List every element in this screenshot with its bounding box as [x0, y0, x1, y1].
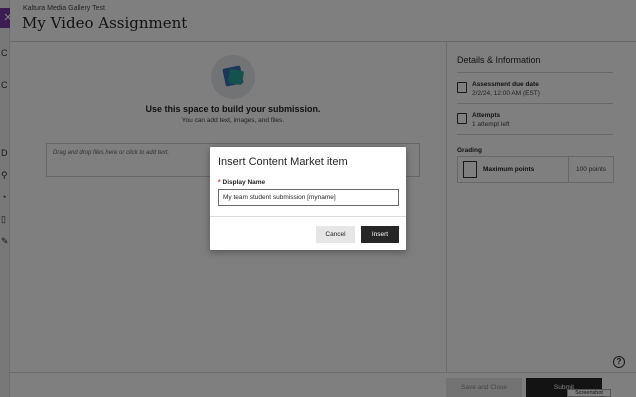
insert-button[interactable]: Insert	[361, 226, 399, 243]
cancel-button[interactable]: Cancel	[316, 226, 355, 243]
display-name-input[interactable]	[218, 189, 399, 206]
divider	[210, 216, 406, 217]
insert-content-dialog: Insert Content Market item * Display Name…	[210, 147, 406, 250]
dialog-title: Insert Content Market item	[218, 156, 348, 168]
display-name-label: * Display Name	[218, 179, 265, 186]
display-name-label-text: Display Name	[222, 179, 266, 186]
required-marker: *	[218, 179, 221, 186]
